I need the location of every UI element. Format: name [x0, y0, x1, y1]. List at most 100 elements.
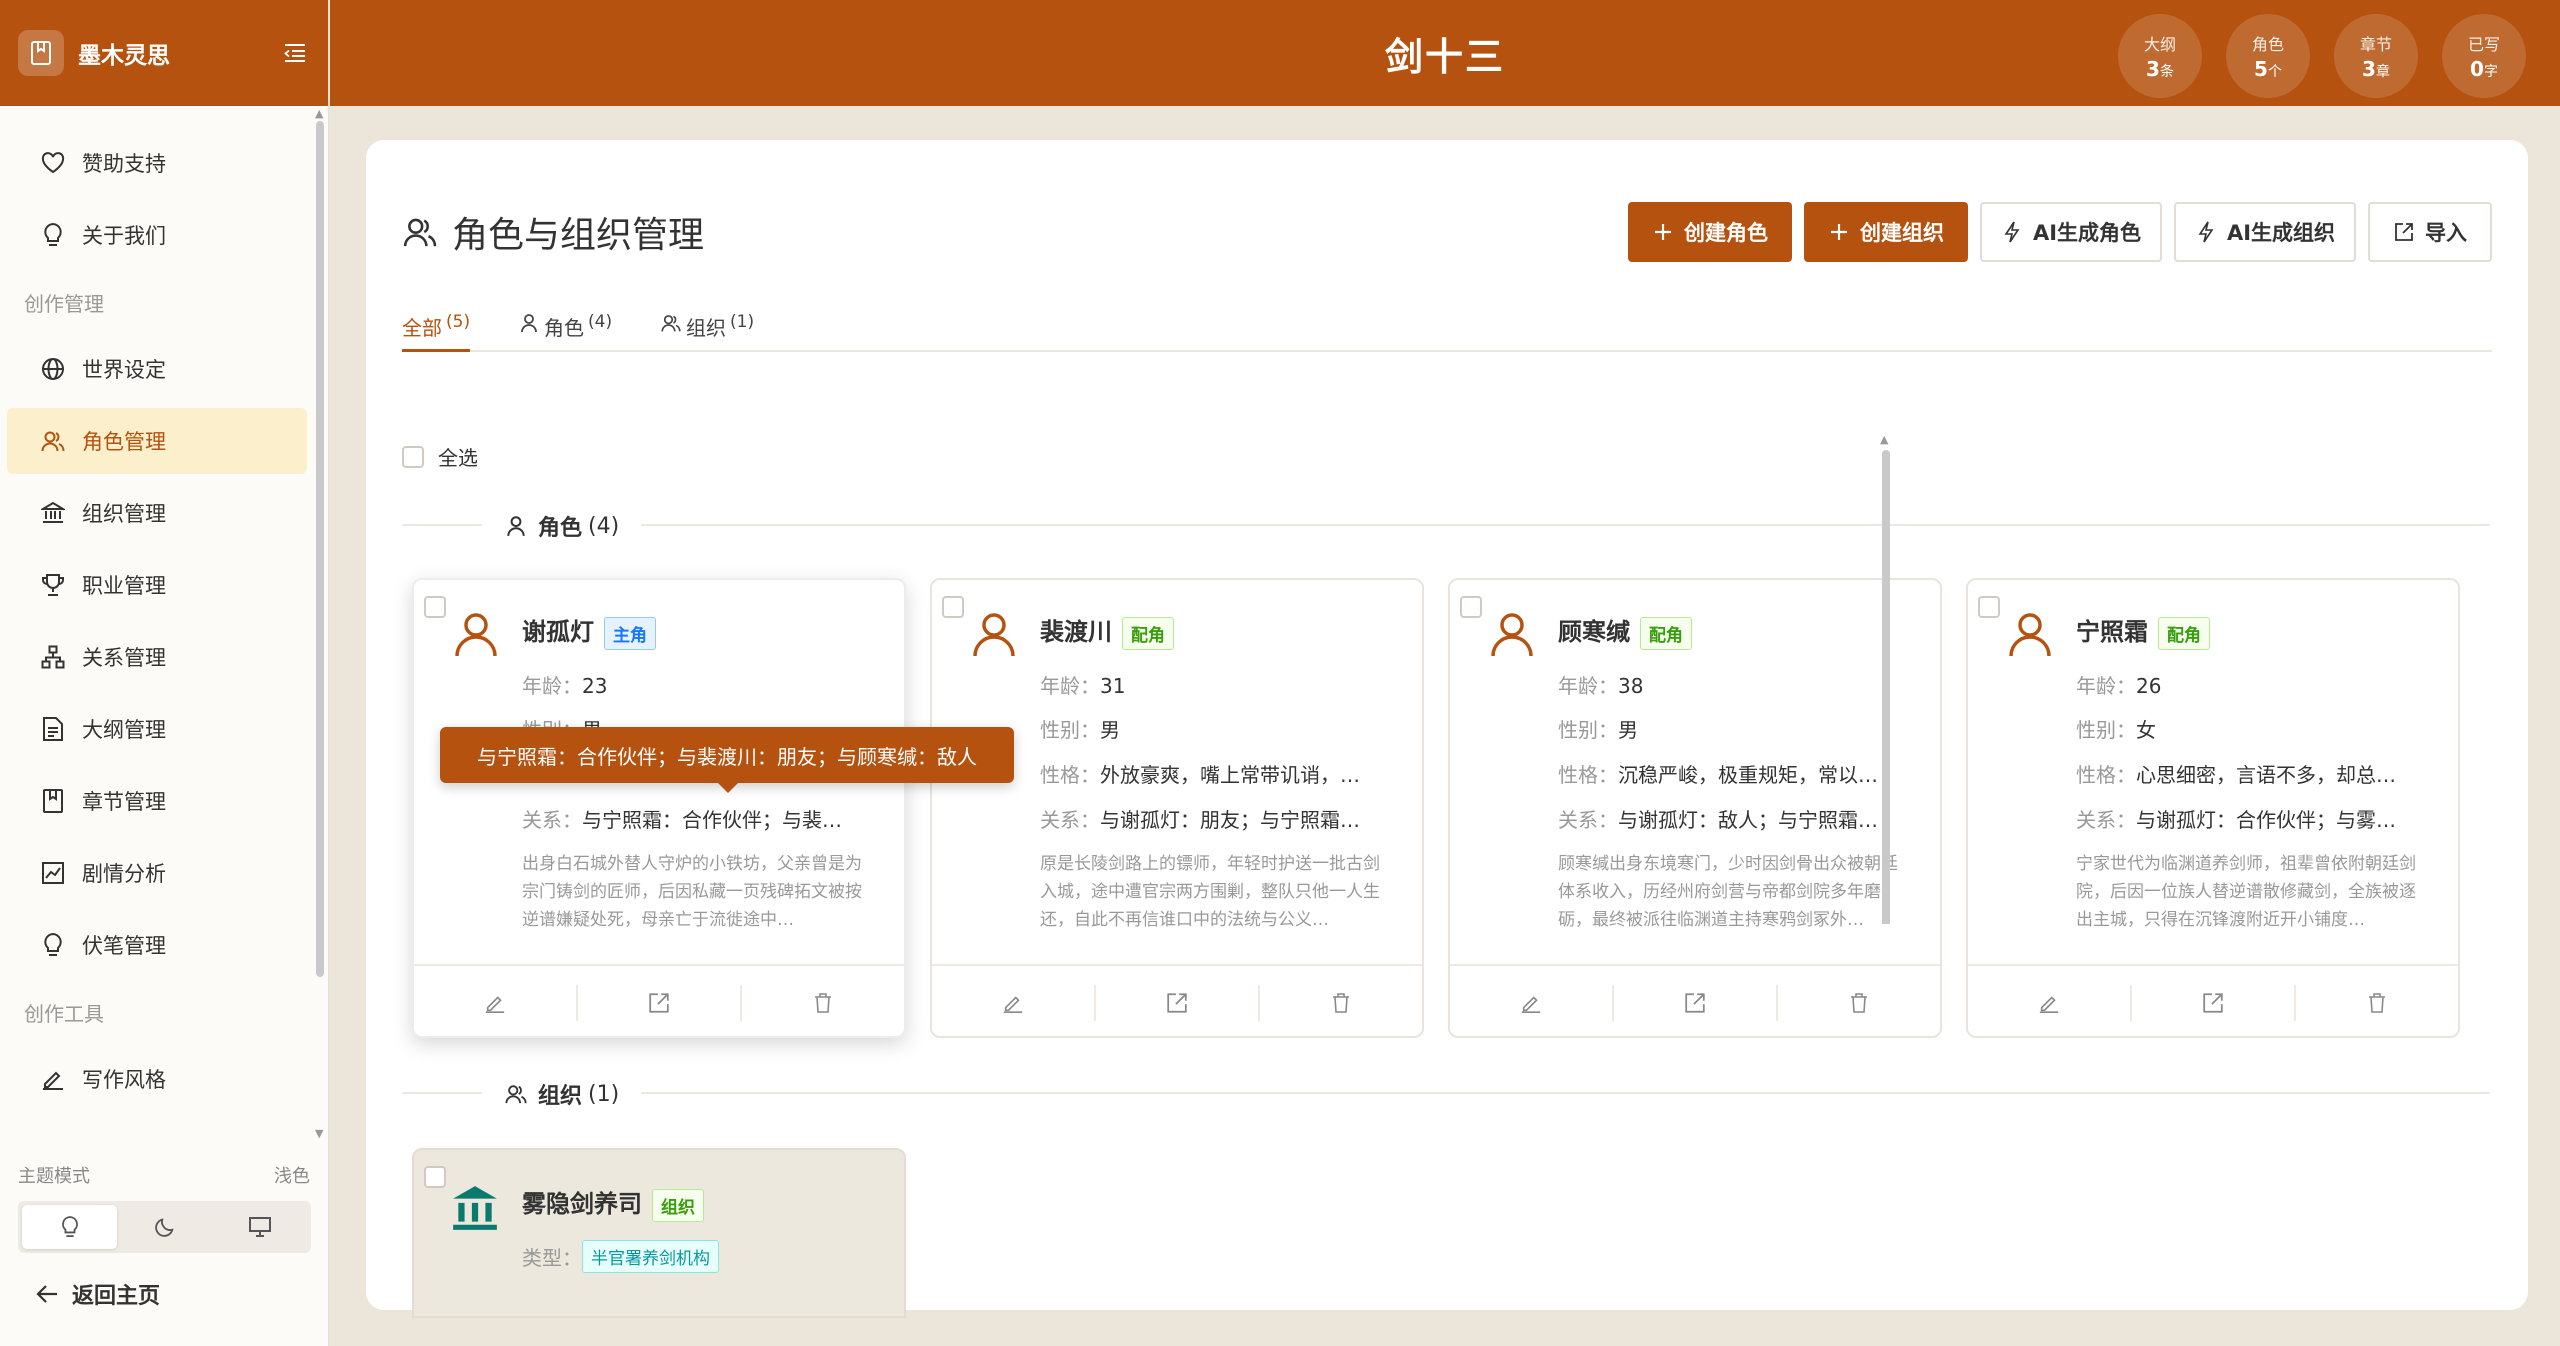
delete-button[interactable] [1260, 985, 1422, 1021]
sidebar-item-label: 关系管理 [82, 646, 166, 670]
delete-button[interactable] [2296, 985, 2458, 1021]
sidebar-item-label: 大纲管理 [82, 718, 166, 742]
export-button[interactable] [1614, 985, 1778, 1021]
export-button[interactable] [1096, 985, 1260, 1021]
sidebar-item-sponsor[interactable]: 赞助支持 [7, 130, 307, 196]
file-icon [39, 715, 67, 743]
sidebar-item-plot-analysis[interactable]: 剧情分析 [7, 840, 307, 906]
edit-button[interactable] [932, 985, 1096, 1021]
character-card[interactable]: 裴渡川 配角 年龄：31 性别：男 性格：外放豪爽，嘴上常带讥诮，… 关系：与谢孤… [930, 578, 1424, 1038]
sidebar-item-label: 赞助支持 [82, 152, 166, 176]
book-logo-icon [18, 30, 64, 76]
relation-row: 关系：与谢孤灯：朋友；与宁照霜… [1040, 804, 1402, 833]
theme-mode-label: 主题模式 [18, 1166, 90, 1187]
back-home-button[interactable]: 返回主页 [34, 1278, 160, 1310]
sidebar-item-relations[interactable]: 关系管理 [7, 624, 307, 690]
sidebar-item-world[interactable]: 世界设定 [7, 336, 307, 402]
type-row: 类型： 半官署养剑机构 [522, 1240, 719, 1273]
gender-value: 女 [2136, 718, 2156, 742]
scroll-down-icon[interactable]: ▼ [315, 1128, 323, 1139]
stat-value: 5 [2254, 57, 2268, 81]
theme-system-button[interactable] [212, 1205, 307, 1249]
section-count: (4) [588, 513, 620, 539]
users-icon [400, 212, 440, 252]
ai-generate-org-button[interactable]: AI生成组织 [2174, 202, 2356, 262]
scrollbar-thumb[interactable] [1880, 438, 1892, 924]
tab-all[interactable]: 全部 (5) [402, 312, 471, 352]
age-label: 年龄： [522, 674, 582, 698]
create-org-button[interactable]: 创建组织 [1804, 202, 1968, 262]
stat-chapters: 章节 3章 [2334, 14, 2418, 98]
theme-switcher [18, 1201, 311, 1253]
filter-tabs: 全部 (5) 角色 (4) 组织 (1) [402, 312, 2492, 352]
stat-label: 已写 [2467, 35, 2500, 54]
tooltip-arrow [718, 783, 738, 793]
export-button[interactable] [578, 985, 742, 1021]
relation-label: 关系： [2076, 808, 2136, 832]
delete-button[interactable] [1778, 985, 1940, 1021]
card-checkbox[interactable] [1460, 596, 1482, 618]
card-checkbox[interactable] [942, 596, 964, 618]
trash-icon [815, 993, 831, 1013]
sidebar-item-about[interactable]: 关于我们 [7, 202, 307, 268]
export-icon [2203, 993, 2223, 1013]
panel-scrollbar[interactable]: ▲ ▼ [1880, 434, 1892, 924]
personality-label: 性格： [1558, 763, 1618, 787]
edit-button[interactable] [1450, 985, 1614, 1021]
export-icon [1167, 993, 1187, 1013]
edit-button[interactable] [414, 985, 578, 1021]
import-button[interactable]: 导入 [2368, 202, 2492, 262]
stat-label: 角色 [2251, 35, 2284, 54]
theme-light-button[interactable] [22, 1205, 117, 1249]
theme-dark-button[interactable] [117, 1205, 212, 1249]
users-icon [660, 312, 682, 334]
sidebar-item-writing-style[interactable]: 写作风格 [7, 1046, 307, 1112]
sidebar-item-chapters[interactable]: 章节管理 [7, 768, 307, 834]
button-label: 创建角色 [1684, 221, 1768, 245]
character-card[interactable]: 谢孤灯主角 年龄：23 性别：男 关系：与宁照霜：合作伙伴；与裴… 出身白石城外… [412, 578, 906, 1038]
org-name-row: 雾隐剑养司 组织 [522, 1184, 704, 1222]
ai-generate-character-button[interactable]: AI生成角色 [1980, 202, 2162, 262]
tab-characters[interactable]: 角色 (4) [518, 312, 612, 352]
sidebar-item-foreshadow[interactable]: 伏笔管理 [7, 912, 307, 978]
sidebar-item-label: 世界设定 [82, 358, 166, 382]
scroll-up-icon[interactable]: ▲ [315, 108, 323, 119]
sidebar-item-organizations[interactable]: 组织管理 [7, 480, 307, 546]
sidebar-item-professions[interactable]: 职业管理 [7, 552, 307, 618]
section-divider [402, 524, 2490, 526]
card-checkbox[interactable] [424, 1166, 446, 1188]
tab-label: 角色 [544, 316, 584, 340]
card-checkbox[interactable] [1978, 596, 2000, 618]
select-all-checkbox[interactable] [402, 445, 424, 468]
relation-value: 与宁照霜：合作伙伴；与裴… [582, 808, 842, 832]
character-name-row: 裴渡川 配角 [1040, 612, 1174, 650]
plus-icon [1652, 221, 1674, 243]
menu-collapse-icon[interactable] [280, 38, 310, 68]
character-card[interactable]: 宁照霜 配角 年龄：26 性别：女 性格：心思细密，言语不多，却总… 关系：与谢孤… [1966, 578, 2460, 1038]
trash-icon [2369, 993, 2385, 1013]
relation-value: 与谢孤灯：朋友；与宁照霜… [1100, 808, 1360, 832]
sidebar-item-label: 剧情分析 [82, 862, 166, 886]
sidebar-item-characters[interactable]: 角色管理 [7, 408, 307, 474]
age-label: 年龄： [1040, 674, 1100, 698]
sidebar-item-outline[interactable]: 大纲管理 [7, 696, 307, 762]
section-title-characters: 角色 (4) [482, 510, 642, 542]
gender-label: 性别： [1558, 718, 1618, 742]
sidebar-item-label: 写作风格 [82, 1068, 166, 1092]
tab-label: 全部 [402, 316, 442, 340]
character-card[interactable]: 顾寒缄 配角 年龄：38 性别：男 性格：沉稳严峻，极重规矩，常以… 关系：与谢孤… [1448, 578, 1942, 1038]
delete-button[interactable] [742, 985, 904, 1021]
relation-label: 关系： [522, 808, 582, 832]
sidebar-scrollbar[interactable]: ▲ ▼ [314, 106, 326, 1142]
tab-organizations[interactable]: 组织 (1) [660, 312, 754, 352]
create-character-button[interactable]: 创建角色 [1628, 202, 1792, 262]
scrollbar-thumb[interactable] [316, 121, 324, 977]
select-all[interactable]: 全选 [402, 442, 478, 471]
card-checkbox[interactable] [424, 596, 446, 618]
nav-group-tools: 创作工具 [24, 1002, 104, 1026]
edit-button[interactable] [1968, 985, 2132, 1021]
org-tag: 组织 [652, 1188, 704, 1222]
stat-unit: 个 [2267, 64, 2282, 80]
organization-card[interactable]: 雾隐剑养司 组织 类型： 半官署养剑机构 [412, 1148, 906, 1318]
export-button[interactable] [2132, 985, 2296, 1021]
